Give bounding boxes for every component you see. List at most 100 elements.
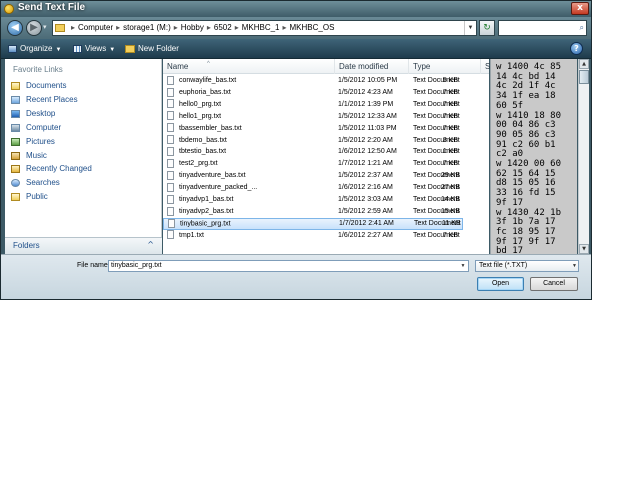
table-row[interactable]: tinyadvp1_bas.txt 1/5/2012 3:03 AM Text Do… <box>163 194 463 206</box>
table-row[interactable]: hello1_prg.txt 1/5/2012 12:33 AM Text Docu… <box>163 111 463 123</box>
breadcrumb-hobby[interactable]: Hobby <box>181 23 204 32</box>
fav-link-computer[interactable]: Computer <box>11 122 61 134</box>
file-name-text: tbassembler_bas.txt <box>179 124 242 132</box>
breadcrumb-6502[interactable]: 6502 <box>214 23 232 32</box>
size-cell: 7 KB <box>442 160 458 168</box>
text-document-icon <box>167 194 174 204</box>
open-button[interactable]: Open <box>477 277 524 291</box>
size-cell: 29 KB <box>441 172 461 180</box>
breadcrumb-storage1[interactable]: storage1 (M:) <box>123 23 171 32</box>
file-name-cell: euphoria_bas.txt <box>167 87 332 99</box>
file-name-text: tbtestio_bas.txt <box>179 148 227 156</box>
text-document-icon <box>168 218 175 228</box>
breadcrumb-mkhbc-1[interactable]: MKHBC_1 <box>242 23 280 32</box>
date-modified-cell: 1/7/2012 1:21 AM <box>338 160 393 168</box>
table-row[interactable]: hello0_prg.txt 1/1/2012 1:39 PM Text Docum… <box>163 99 463 111</box>
command-bar: Organize ▼ Views ▼ New Folder ? <box>1 39 591 59</box>
sort-ascending-icon: ^ <box>207 61 210 67</box>
date-modified-cell: 1/5/2012 2:59 AM <box>338 207 393 215</box>
text-document-icon <box>167 75 174 85</box>
fav-link-searches[interactable]: Searches <box>11 177 60 189</box>
table-row[interactable]: tbtestio_bas.txt 1/6/2012 12:50 AM Text Do… <box>163 146 463 158</box>
table-row[interactable]: conwaylife_bas.txt 1/5/2012 10:05 PM Text … <box>163 75 463 87</box>
searches-icon <box>11 178 20 187</box>
back-button[interactable]: ◀ <box>7 20 23 36</box>
organize-icon <box>8 44 17 53</box>
scroll-down-icon[interactable]: ▼ <box>579 244 589 254</box>
fav-link-documents[interactable]: Documents <box>11 80 66 92</box>
file-name-field[interactable]: tinybasic_prg.txt ▼ <box>108 260 469 272</box>
organize-button[interactable]: Organize ▼ <box>8 42 61 56</box>
file-name-text: tbdemo_bas.txt <box>179 136 227 144</box>
text-document-icon <box>167 147 174 157</box>
fav-link-label: Pictures <box>26 137 55 146</box>
table-row[interactable]: tbdemo_bas.txt 1/5/2012 2:20 AM Text Docum… <box>163 135 463 147</box>
scroll-up-icon[interactable]: ▲ <box>579 59 589 69</box>
fav-link-pictures[interactable]: Pictures <box>11 136 55 148</box>
breadcrumb-separator: ▸ <box>234 23 239 32</box>
chevron-up-icon: ^ <box>147 240 154 249</box>
date-modified-cell: 1/1/2012 1:39 PM <box>338 100 394 108</box>
column-header-name[interactable]: Name ^ <box>163 59 335 74</box>
breadcrumb-mkhbc-os[interactable]: MKHBC_OS <box>290 23 335 32</box>
size-cell: 14 KB <box>441 196 461 203</box>
new-folder-button[interactable]: New Folder <box>125 42 179 56</box>
text-document-icon <box>167 135 174 145</box>
fav-link-desktop[interactable]: Desktop <box>11 108 55 120</box>
new-folder-icon <box>125 44 135 53</box>
forward-button[interactable]: ▶ <box>26 20 42 36</box>
views-icon <box>73 44 82 53</box>
table-row[interactable]: tinyadventure_bas.txt 1/5/2012 2:37 AM Tex… <box>163 170 463 182</box>
chevron-down-icon[interactable]: ▼ <box>458 261 468 271</box>
address-dropdown-icon[interactable]: ▼ <box>464 21 476 35</box>
chevron-down-icon: ▼ <box>572 263 577 269</box>
file-type-filter[interactable]: Text file (*.TXT) ▼ <box>475 260 579 272</box>
fav-link-public[interactable]: Public <box>11 191 48 203</box>
table-row[interactable]: euphoria_bas.txt 1/5/2012 4:23 AM Text Doc… <box>163 87 463 99</box>
file-name-text: test2_prg.txt <box>179 160 218 168</box>
column-header-date[interactable]: Date modified <box>335 59 409 74</box>
fav-link-label: Searches <box>26 178 60 187</box>
scroll-thumb[interactable] <box>579 70 589 84</box>
table-row-selected[interactable]: tinybasic_prg.txt 1/7/2012 2:41 AM Text Do… <box>163 217 463 230</box>
preview-scrollbar[interactable]: ▲ ▼ <box>578 59 589 254</box>
size-cell: 11 KB <box>442 219 461 227</box>
table-row[interactable]: tinyadvp2_bas.txt 1/5/2012 2:59 AM Text Do… <box>163 206 463 218</box>
recent-places-icon <box>11 95 20 104</box>
music-icon <box>11 151 20 160</box>
file-name-cell: hello1_prg.txt <box>167 111 332 123</box>
refresh-icon: ↻ <box>483 23 491 33</box>
date-modified-cell: 1/5/2012 11:03 PM <box>338 124 397 132</box>
fav-link-recently-changed[interactable]: Recently Changed <box>11 163 92 175</box>
size-cell: 5 KB <box>442 77 458 84</box>
cancel-button[interactable]: Cancel <box>530 277 578 291</box>
file-name-text: tinyadventure_bas.txt <box>179 172 246 180</box>
file-name-cell: test2_prg.txt <box>167 158 332 170</box>
table-row[interactable]: test2_prg.txt 1/7/2012 1:21 AM Text Docume… <box>163 158 463 170</box>
fav-link-recent-places[interactable]: Recent Places <box>11 94 78 106</box>
size-cell: 3 KB <box>442 136 458 144</box>
date-modified-cell: 1/6/2012 2:27 AM <box>338 231 393 239</box>
table-row[interactable]: tinyadventure_packed_... 1/6/2012 2:16 AM… <box>163 182 463 194</box>
table-row[interactable]: tbassembler_bas.txt 1/5/2012 11:03 PM Text… <box>163 123 463 135</box>
help-button[interactable]: ? <box>570 42 583 55</box>
breadcrumb-computer[interactable]: Computer <box>78 23 113 32</box>
column-header-type[interactable]: Type <box>409 59 481 74</box>
history-dropdown-icon[interactable]: ▾ <box>43 23 47 31</box>
file-list: Name^ Date modified Type Size conwaylife… <box>163 59 531 254</box>
fav-link-music[interactable]: Music <box>11 150 47 162</box>
close-button[interactable]: x <box>571 2 589 15</box>
folders-toggle[interactable]: Folders ^ <box>5 237 162 254</box>
breadcrumb-separator: ▸ <box>173 23 178 32</box>
file-name-text: tinyadvp1_bas.txt <box>179 196 234 203</box>
public-icon <box>11 192 20 201</box>
address-field[interactable]: ▸ Computer ▸ storage1 (M:) ▸ Hobby ▸ 6502 ▸ MKHBC… <box>52 20 477 36</box>
search-input[interactable]: ⌕ <box>498 20 587 36</box>
date-modified-cell: 1/5/2012 4:23 AM <box>338 88 393 96</box>
table-row[interactable]: tmp1.txt 1/6/2012 2:27 AM Text Document 7 K… <box>163 230 463 242</box>
chevron-down-icon: ▼ <box>55 47 62 53</box>
text-document-icon <box>167 123 174 133</box>
views-button[interactable]: Views ▼ <box>73 42 115 56</box>
refresh-button[interactable]: ↻ <box>479 20 495 36</box>
folder-icon <box>55 23 65 32</box>
